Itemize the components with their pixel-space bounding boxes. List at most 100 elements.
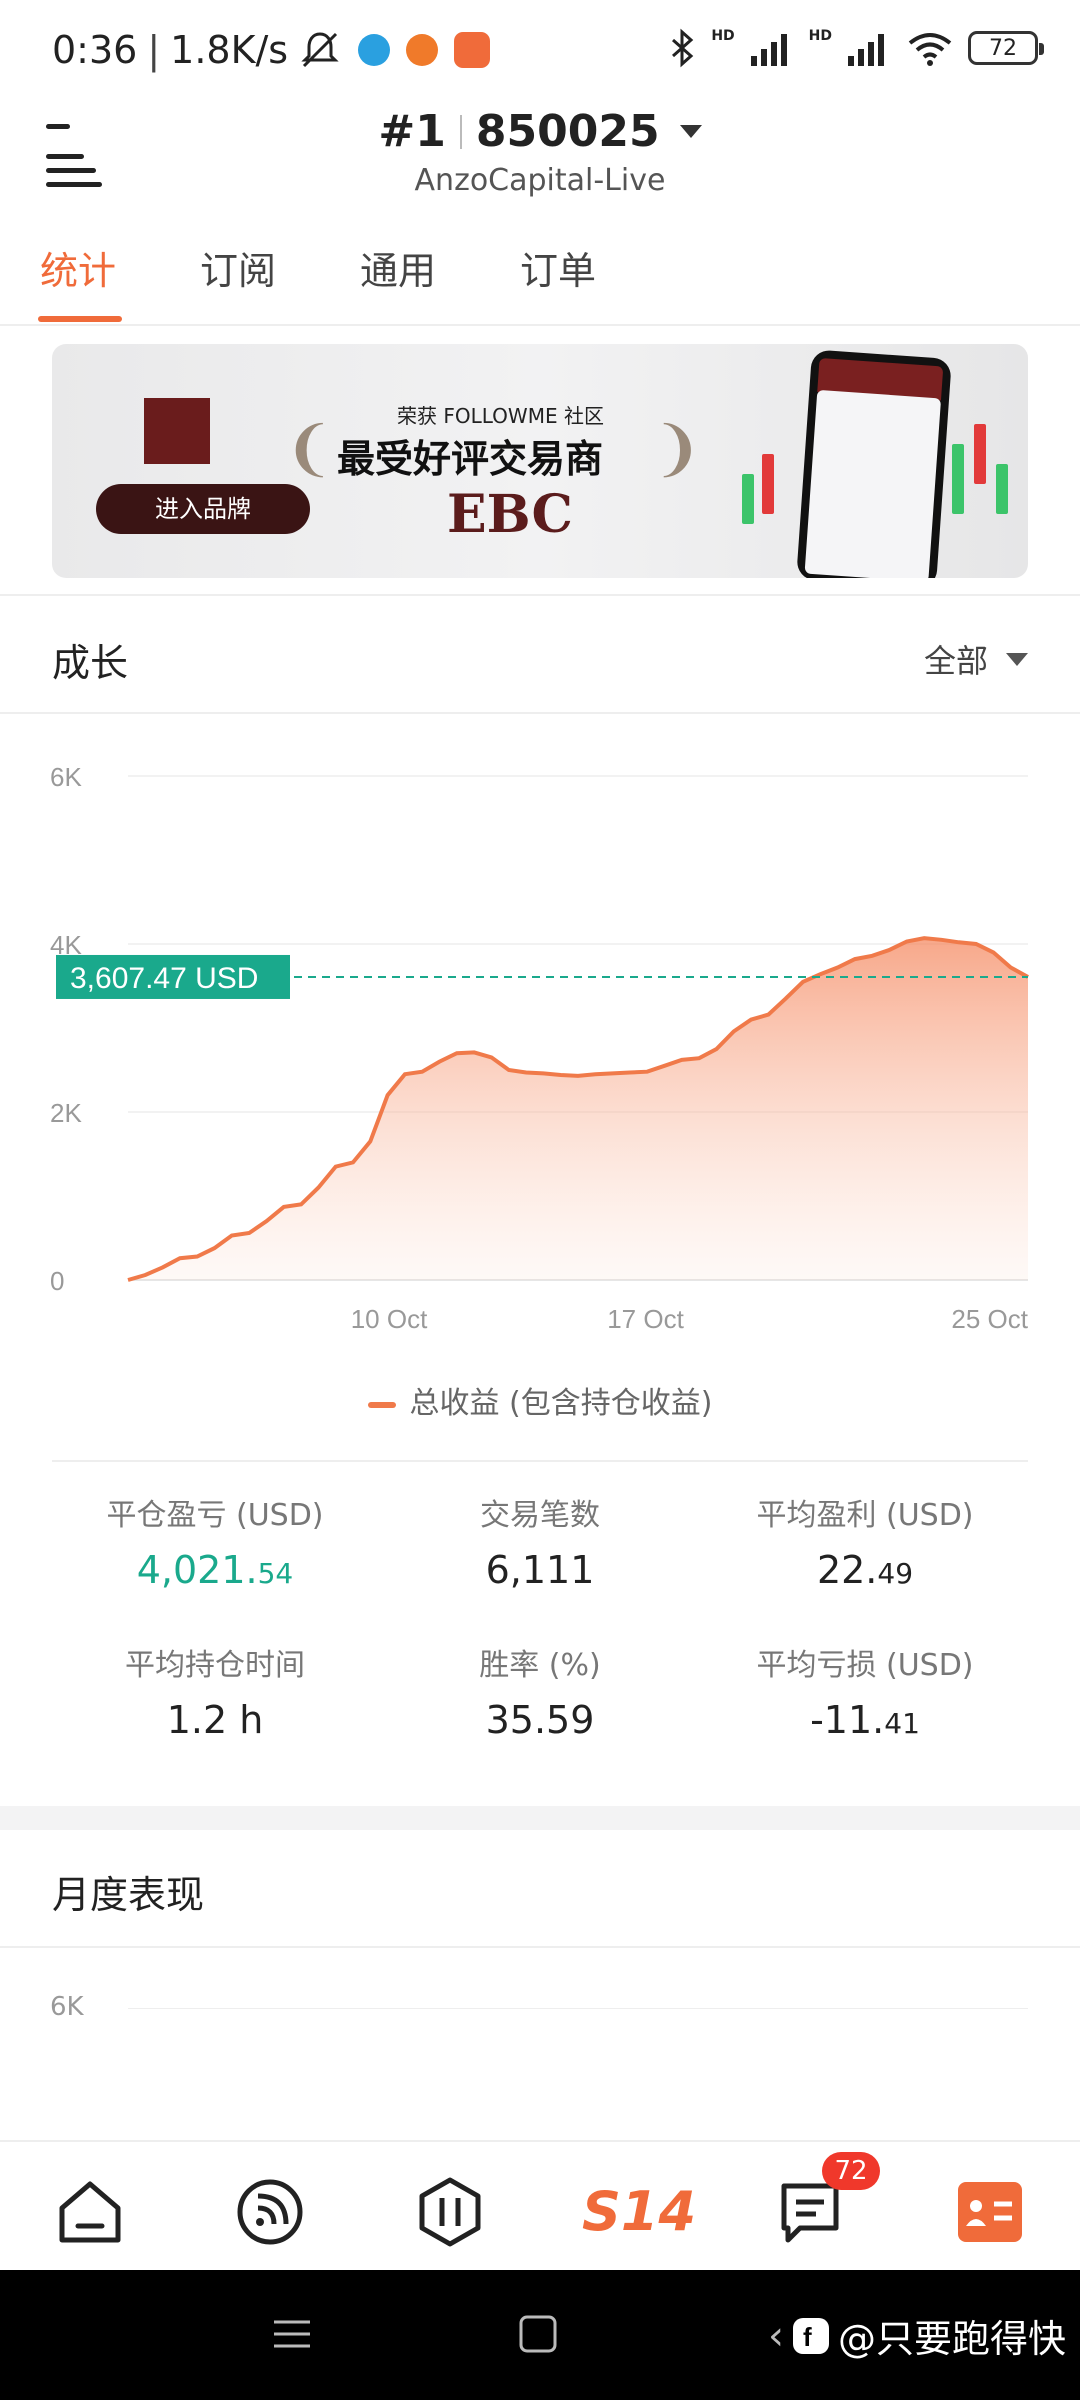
status-bar: 0:36 | 1.8K/s HD HD 72: [0, 0, 1080, 100]
section-divider: [0, 594, 1080, 596]
battery-level: 72: [989, 35, 1017, 61]
followme-icon: [406, 34, 439, 66]
recents-icon[interactable]: [272, 2314, 312, 2354]
status-net-speed: 1.8K/s: [170, 28, 289, 72]
broker-logo: [144, 398, 210, 464]
status-right: HD HD 72: [667, 28, 1044, 68]
stat-value: 35.59: [485, 1698, 595, 1742]
chart-legend: 总收益 (包含持仓收益): [0, 1378, 1080, 1422]
phone-screen-decoration: [804, 389, 942, 578]
monthly-y-tick: 6K: [50, 1992, 84, 2022]
account-divider: [459, 114, 462, 149]
mute-bell-icon: [301, 32, 339, 68]
watermark-text: @只要跑得快: [837, 2317, 1066, 2361]
stat-trade-count: 交易笔数 6,111: [377, 1490, 703, 1592]
tab-subscribe[interactable]: 订阅: [200, 240, 276, 295]
battery-icon: 72: [968, 31, 1044, 65]
followme-logo-icon: f: [792, 2317, 829, 2354]
current-value-label: 3,607.47 USD: [56, 954, 290, 999]
tab-active-indicator: [38, 316, 122, 322]
chart-y-tick: 6K: [50, 762, 82, 792]
s14-logo: S14: [582, 2180, 697, 2243]
banner-subtitle: 荣获 FOLLOWME 社区: [397, 404, 604, 428]
stat-label: 平均持仓时间: [125, 1648, 305, 1683]
stat-avg-hold-time: 平均持仓时间 1.2 h: [52, 1640, 378, 1742]
current-value-text: 3,607.47 USD: [70, 962, 258, 995]
status-separator: |: [147, 28, 161, 72]
chart-x-tick: 25 Oct: [951, 1304, 1028, 1334]
range-select[interactable]: 全部: [924, 636, 1028, 682]
stat-value: 22.49: [816, 1548, 914, 1592]
account-rank: #1: [378, 106, 446, 157]
chevron-down-icon: [679, 125, 702, 138]
signal-1-label: HD: [711, 28, 735, 44]
system-nav-bar: ‹ f @只要跑得快: [0, 2270, 1080, 2400]
caret-down-icon: [1006, 652, 1028, 666]
monthly-grid-line: [128, 2008, 1028, 2009]
chart-x-tick: 10 Oct: [351, 1304, 428, 1334]
signal-icon-2: [848, 34, 884, 66]
tab-stats[interactable]: 统计: [40, 240, 116, 295]
nav-trade[interactable]: [410, 2172, 490, 2252]
wifi-icon: [908, 33, 952, 66]
legend-label: 总收益 (包含持仓收益): [409, 1386, 713, 1421]
home-square-icon[interactable]: [518, 2314, 558, 2354]
stat-closed-pnl: 平仓盈亏 (USD) 4,021.54: [52, 1490, 378, 1592]
back-chevron-icon[interactable]: ‹: [768, 2313, 784, 2359]
nav-feed[interactable]: [230, 2172, 310, 2252]
candle-decoration: [742, 474, 754, 524]
tab-orders[interactable]: 订单: [520, 240, 596, 295]
trade-icon: [419, 2177, 481, 2247]
signal-icon: [750, 34, 787, 66]
growth-chart[interactable]: 3,607.47 USD 0 2K 4K 6K 10 Oct 17 Oct 25 Oct: [0, 740, 1080, 1360]
section-gap: [0, 1806, 1080, 1830]
stat-label: 交易笔数: [480, 1498, 600, 1533]
account-id: 850025: [475, 106, 660, 157]
candle-decoration: [952, 444, 964, 514]
tab-general[interactable]: 通用: [360, 240, 436, 295]
nav-home[interactable]: [50, 2172, 130, 2252]
growth-title: 成长: [52, 641, 129, 685]
account-line: #1 850025: [378, 106, 702, 157]
monthly-header-divider: [0, 1946, 1080, 1948]
legend-swatch: [367, 1401, 396, 1408]
stat-avg-loss: 平均亏损 (USD) -11.41: [702, 1640, 1028, 1742]
app-notify-icon: [454, 32, 491, 68]
status-time: 0:36: [52, 28, 138, 72]
stat-value: 1.2 h: [166, 1698, 264, 1742]
stat-label: 平均亏损 (USD): [756, 1648, 974, 1683]
signal-2-label: HD: [808, 28, 832, 44]
svg-text:f: f: [803, 2322, 812, 2352]
candle-decoration: [974, 424, 986, 484]
stat-avg-profit: 平均盈利 (USD) 22.49: [702, 1490, 1028, 1592]
phone-mockup: [796, 349, 952, 578]
stat-win-rate: 胜率 (%) 35.59: [377, 1640, 703, 1742]
account-selector[interactable]: #1 850025 AnzoCapital-Live: [0, 106, 1080, 198]
stat-label: 胜率 (%): [479, 1648, 601, 1683]
candle-decoration: [996, 464, 1008, 514]
chart-y-tick: 0: [50, 1266, 64, 1296]
monthly-title: 月度表现: [52, 1873, 205, 1917]
profile-card-icon: [958, 2182, 1022, 2242]
promo-banner[interactable]: 进入品牌 ❨ ❩ 荣获 FOLLOWME 社区 最受好评交易商 EBC: [52, 344, 1028, 578]
bluetooth-icon: [672, 28, 694, 68]
growth-header-divider: [0, 712, 1080, 714]
watermark: ‹ f @只要跑得快: [768, 2308, 1066, 2363]
account-server: AnzoCapital-Live: [414, 163, 666, 198]
feed-icon: [237, 2179, 303, 2245]
stat-value: 4,021.54: [136, 1548, 294, 1592]
stats-divider: [52, 1460, 1028, 1462]
chart-y-tick: 4K: [50, 930, 82, 960]
home-icon: [59, 2181, 121, 2243]
range-select-value: 全部: [923, 642, 988, 680]
nav-profile[interactable]: [950, 2172, 1030, 2252]
skype-icon: [358, 34, 391, 66]
enter-brand-button[interactable]: 进入品牌: [96, 484, 310, 534]
banner-brand: EBC: [447, 484, 573, 545]
status-left: 0:36 | 1.8K/s: [52, 28, 491, 72]
stat-label: 平均盈利 (USD): [756, 1498, 974, 1533]
stat-label: 平仓盈亏 (USD): [106, 1498, 324, 1533]
banner-title: 最受好评交易商: [337, 437, 604, 481]
nav-s14[interactable]: S14: [582, 2172, 697, 2252]
chart-x-tick: 17 Oct: [607, 1304, 684, 1334]
